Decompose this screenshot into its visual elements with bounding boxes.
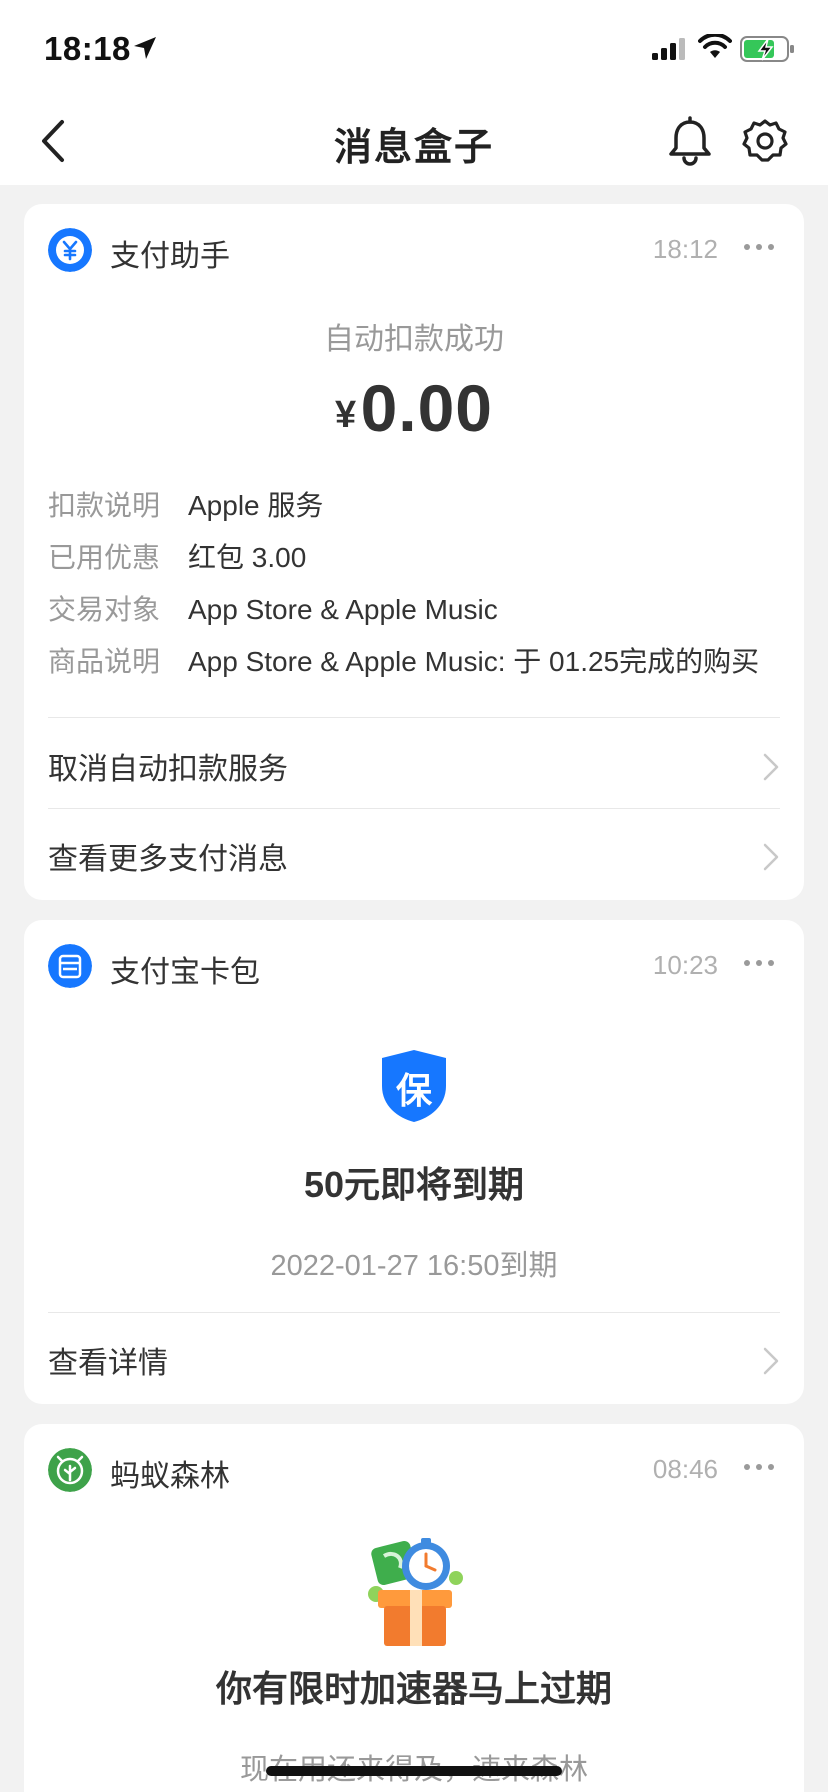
more-icon[interactable] xyxy=(742,1454,776,1478)
battery-charging-icon xyxy=(740,36,794,62)
more-icon[interactable] xyxy=(742,234,776,258)
card-header: 支付宝卡包 10:23 xyxy=(24,920,804,1010)
detail-value: App Store & Apple Music: 于 01.25完成的购买 xyxy=(188,646,760,677)
chevron-right-icon xyxy=(763,753,779,781)
gear-icon[interactable] xyxy=(742,118,788,164)
more-icon[interactable] xyxy=(742,950,776,974)
detail-value: App Store & Apple Music xyxy=(188,594,498,625)
wifi-icon xyxy=(698,34,732,58)
card-header: 蚂蚁森林 08:46 xyxy=(24,1424,804,1514)
status-time: 18:18 xyxy=(44,30,131,67)
amount-value: 0.00 xyxy=(360,371,494,445)
card-time: 18:12 xyxy=(652,234,718,264)
divider xyxy=(48,1312,780,1313)
voucher-headline: 50元即将到期 xyxy=(303,1164,525,1205)
detail-row: 商品说明 App Store & Apple Music: 于 01.25完成的购… xyxy=(48,640,759,680)
detail-key: 交易对象 xyxy=(48,594,161,625)
bell-icon[interactable] xyxy=(666,116,714,166)
card-header: 支付助手 18:12 xyxy=(24,204,804,294)
cancel-autopay-link[interactable]: 取消自动扣款服务 xyxy=(24,720,804,810)
shield-badge-text: 保 xyxy=(395,1070,432,1111)
card-time: 08:46 xyxy=(652,1454,718,1484)
card-time: 10:23 xyxy=(652,950,718,980)
detail-row: 交易对象 App Store & Apple Music xyxy=(48,588,498,628)
detail-key: 已用优惠 xyxy=(48,542,161,573)
more-payment-messages-link[interactable]: 查看更多支付消息 xyxy=(24,810,804,900)
currency-symbol: ¥ xyxy=(334,394,357,436)
detail-value: Apple 服务 xyxy=(188,490,324,521)
payment-amount: ¥ 0.00 xyxy=(24,370,804,446)
voucher-expiry: 2022-01-27 16:50到期 xyxy=(270,1250,558,1282)
link-label: 取消自动扣款服务 xyxy=(48,753,288,786)
chevron-right-icon xyxy=(763,1347,779,1375)
detail-row: 扣款说明 Apple 服务 xyxy=(48,484,323,524)
payment-assistant-card: 支付助手 18:12 自动扣款成功 ¥ 0.00 扣款说明 Apple 服务 已用… xyxy=(24,204,804,900)
card-source-name: 支付助手 xyxy=(110,240,230,273)
yuan-icon xyxy=(48,228,92,272)
home-indicator[interactable] xyxy=(266,1766,562,1776)
link-label: 查看详情 xyxy=(48,1347,168,1380)
card-source-name: 支付宝卡包 xyxy=(110,956,260,989)
divider xyxy=(48,717,780,718)
shield-icon: 保 xyxy=(380,1048,448,1124)
forest-icon xyxy=(48,1448,92,1492)
signal-icon xyxy=(652,38,685,60)
detail-value: 红包 3.00 xyxy=(188,542,307,573)
location-arrow-icon xyxy=(134,37,156,59)
chevron-right-icon xyxy=(763,843,779,871)
link-label: 查看更多支付消息 xyxy=(48,843,288,876)
ant-forest-card: 蚂蚁森林 08:46 你有限时加速器马上过期 现在用还来得及，速来森林 xyxy=(24,1424,804,1792)
detail-key: 扣款说明 xyxy=(48,490,161,521)
forest-headline: 你有限时加速器马上过期 xyxy=(215,1668,612,1709)
nav-bar: 消息盒子 xyxy=(0,100,828,185)
status-bar: 18:18 xyxy=(0,0,828,100)
gift-box-icon xyxy=(368,1538,463,1646)
divider xyxy=(48,808,780,809)
view-details-link[interactable]: 查看详情 xyxy=(24,1314,804,1404)
card-source-name: 蚂蚁森林 xyxy=(110,1460,230,1493)
card-wallet-card: 支付宝卡包 10:23 保 50元即将到期 2022-01-27 16:50到期… xyxy=(24,920,804,1404)
card-wallet-icon xyxy=(48,944,92,988)
detail-key: 商品说明 xyxy=(48,646,161,677)
detail-row: 已用优惠 红包 3.00 xyxy=(48,536,306,576)
message-box-screen: 18:18 消息盒子 支付助手 18:12 自动扣款成功 ¥ 0.00 扣款说明… xyxy=(0,0,828,1792)
payment-status: 自动扣款成功 xyxy=(324,323,504,356)
